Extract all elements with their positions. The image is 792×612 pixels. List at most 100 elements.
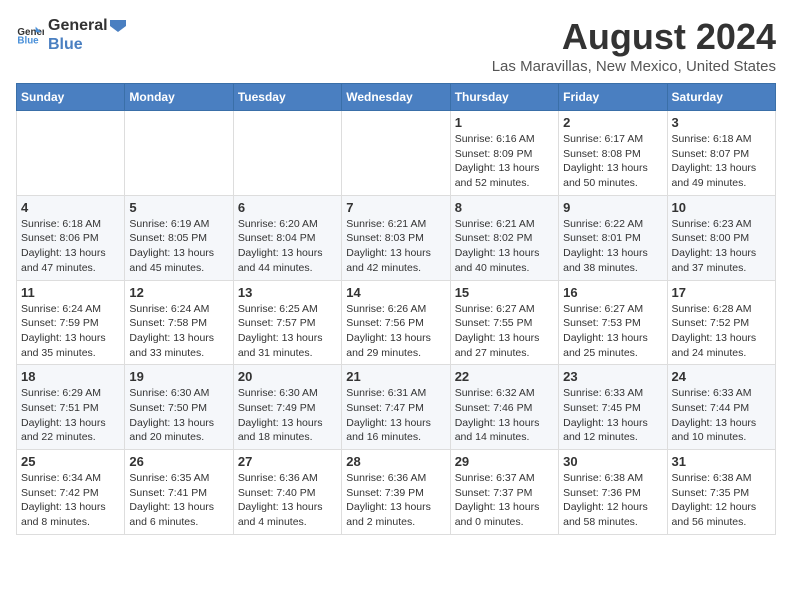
day-info: Sunrise: 6:37 AMSunset: 7:37 PMDaylight:… [455,471,554,530]
title-area: August 2024 Las Maravillas, New Mexico, … [492,16,776,75]
calendar-cell: 2 Sunrise: 6:17 AMSunset: 8:08 PMDaylight… [559,111,667,196]
day-number: 10 [672,200,771,215]
day-number: 13 [238,285,337,300]
day-info: Sunrise: 6:34 AMSunset: 7:42 PMDaylight:… [21,471,120,530]
calendar-cell: 16Sunrise: 6:27 AMSunset: 7:53 PMDayligh… [559,280,667,365]
calendar-cell: 21Sunrise: 6:31 AMSunset: 7:47 PMDayligh… [342,365,450,450]
header-wednesday: Wednesday [342,84,450,111]
day-info: Sunrise: 6:23 AMSunset: 8:00 PMDaylight:… [672,217,771,276]
header-sunday: Sunday [17,84,125,111]
day-info: Sunrise: 6:35 AMSunset: 7:41 PMDaylight:… [129,471,228,530]
calendar-table: Sunday Monday Tuesday Wednesday Thursday… [16,83,776,535]
header-thursday: Thursday [450,84,558,111]
day-info: Sunrise: 6:24 AMSunset: 7:58 PMDaylight:… [129,302,228,361]
calendar-cell: 26 Sunrise: 6:35 AMSunset: 7:41 PMDayligh… [125,450,233,535]
logo-general: General [48,16,126,35]
calendar-cell: 22Sunrise: 6:32 AMSunset: 7:46 PMDayligh… [450,365,558,450]
day-info: Sunrise: 6:30 AMSunset: 7:49 PMDaylight:… [238,386,337,445]
day-number: 18 [21,369,120,384]
day-info: Sunrise: 6:33 AMSunset: 7:44 PMDaylight:… [672,386,771,445]
day-number: 24 [672,369,771,384]
day-info: Sunrise: 6:18 AMSunset: 8:06 PMDaylight:… [21,217,120,276]
page-header: General Blue General Blue August 2024 La… [16,16,776,75]
day-info: Sunrise: 6:31 AMSunset: 7:47 PMDaylight:… [346,386,445,445]
calendar-cell [233,111,341,196]
day-info: Sunrise: 6:26 AMSunset: 7:56 PMDaylight:… [346,302,445,361]
calendar-cell: 1 Sunrise: 6:16 AMSunset: 8:09 PMDaylight… [450,111,558,196]
calendar-cell: 8 Sunrise: 6:21 AMSunset: 8:02 PMDaylight… [450,195,558,280]
calendar-cell: 31Sunrise: 6:38 AMSunset: 7:35 PMDayligh… [667,450,775,535]
calendar-cell: 6Sunrise: 6:20 AMSunset: 8:04 PMDaylight… [233,195,341,280]
calendar-cell: 28 Sunrise: 6:36 AMSunset: 7:39 PMDayligh… [342,450,450,535]
calendar-week-row: 18 Sunrise: 6:29 AMSunset: 7:51 PMDayligh… [17,365,776,450]
calendar-cell: 5 Sunrise: 6:19 AMSunset: 8:05 PMDaylight… [125,195,233,280]
day-info: Sunrise: 6:24 AMSunset: 7:59 PMDaylight:… [21,302,120,361]
day-info: Sunrise: 6:30 AMSunset: 7:50 PMDaylight:… [129,386,228,445]
calendar-week-row: 25 Sunrise: 6:34 AMSunset: 7:42 PMDayligh… [17,450,776,535]
calendar-cell: 7Sunrise: 6:21 AMSunset: 8:03 PMDaylight… [342,195,450,280]
day-number: 17 [672,285,771,300]
calendar-cell: 29 Sunrise: 6:37 AMSunset: 7:37 PMDayligh… [450,450,558,535]
day-number: 28 [346,454,445,469]
day-info: Sunrise: 6:36 AMSunset: 7:39 PMDaylight:… [346,471,445,530]
logo-blue: Blue [48,35,126,54]
day-info: Sunrise: 6:20 AMSunset: 8:04 PMDaylight:… [238,217,337,276]
day-info: Sunrise: 6:22 AMSunset: 8:01 PMDaylight:… [563,217,662,276]
calendar-cell: 11 Sunrise: 6:24 AMSunset: 7:59 PMDayligh… [17,280,125,365]
day-number: 26 [129,454,228,469]
svg-text:Blue: Blue [17,36,39,47]
calendar-week-row: 4 Sunrise: 6:18 AMSunset: 8:06 PMDaylight… [17,195,776,280]
calendar-cell: 14 Sunrise: 6:26 AMSunset: 7:56 PMDayligh… [342,280,450,365]
day-number: 25 [21,454,120,469]
day-number: 20 [238,369,337,384]
day-info: Sunrise: 6:17 AMSunset: 8:08 PMDaylight:… [563,132,662,191]
day-info: Sunrise: 6:36 AMSunset: 7:40 PMDaylight:… [238,471,337,530]
calendar-cell: 30 Sunrise: 6:38 AMSunset: 7:36 PMDayligh… [559,450,667,535]
header-tuesday: Tuesday [233,84,341,111]
day-number: 2 [563,115,662,130]
logo: General Blue General Blue [16,16,126,54]
day-number: 5 [129,200,228,215]
day-number: 12 [129,285,228,300]
weekday-header-row: Sunday Monday Tuesday Wednesday Thursday… [17,84,776,111]
day-info: Sunrise: 6:38 AMSunset: 7:36 PMDaylight:… [563,471,662,530]
day-info: Sunrise: 6:29 AMSunset: 7:51 PMDaylight:… [21,386,120,445]
day-number: 14 [346,285,445,300]
day-number: 15 [455,285,554,300]
calendar-week-row: 11 Sunrise: 6:24 AMSunset: 7:59 PMDayligh… [17,280,776,365]
day-number: 11 [21,285,120,300]
calendar-cell: 20 Sunrise: 6:30 AMSunset: 7:49 PMDayligh… [233,365,341,450]
day-number: 4 [21,200,120,215]
calendar-cell: 3Sunrise: 6:18 AMSunset: 8:07 PMDaylight… [667,111,775,196]
calendar-header: Sunday Monday Tuesday Wednesday Thursday… [17,84,776,111]
day-number: 30 [563,454,662,469]
day-number: 29 [455,454,554,469]
day-info: Sunrise: 6:21 AMSunset: 8:02 PMDaylight:… [455,217,554,276]
calendar-cell [342,111,450,196]
calendar-cell [125,111,233,196]
calendar-cell: 19Sunrise: 6:30 AMSunset: 7:50 PMDayligh… [125,365,233,450]
day-number: 23 [563,369,662,384]
day-info: Sunrise: 6:25 AMSunset: 7:57 PMDaylight:… [238,302,337,361]
calendar-cell: 27Sunrise: 6:36 AMSunset: 7:40 PMDayligh… [233,450,341,535]
day-number: 16 [563,285,662,300]
calendar-cell: 13 Sunrise: 6:25 AMSunset: 7:57 PMDayligh… [233,280,341,365]
day-number: 1 [455,115,554,130]
calendar-cell: 9 Sunrise: 6:22 AMSunset: 8:01 PMDaylight… [559,195,667,280]
header-monday: Monday [125,84,233,111]
calendar-cell: 25 Sunrise: 6:34 AMSunset: 7:42 PMDayligh… [17,450,125,535]
calendar-cell: 18 Sunrise: 6:29 AMSunset: 7:51 PMDayligh… [17,365,125,450]
day-info: Sunrise: 6:28 AMSunset: 7:52 PMDaylight:… [672,302,771,361]
day-number: 8 [455,200,554,215]
day-info: Sunrise: 6:16 AMSunset: 8:09 PMDaylight:… [455,132,554,191]
day-info: Sunrise: 6:27 AMSunset: 7:55 PMDaylight:… [455,302,554,361]
day-info: Sunrise: 6:33 AMSunset: 7:45 PMDaylight:… [563,386,662,445]
day-number: 3 [672,115,771,130]
day-info: Sunrise: 6:19 AMSunset: 8:05 PMDaylight:… [129,217,228,276]
day-number: 9 [563,200,662,215]
calendar-cell [17,111,125,196]
calendar-cell: 24 Sunrise: 6:33 AMSunset: 7:44 PMDayligh… [667,365,775,450]
calendar-cell: 12 Sunrise: 6:24 AMSunset: 7:58 PMDayligh… [125,280,233,365]
calendar-cell: 4 Sunrise: 6:18 AMSunset: 8:06 PMDaylight… [17,195,125,280]
calendar-week-row: 1 Sunrise: 6:16 AMSunset: 8:09 PMDaylight… [17,111,776,196]
